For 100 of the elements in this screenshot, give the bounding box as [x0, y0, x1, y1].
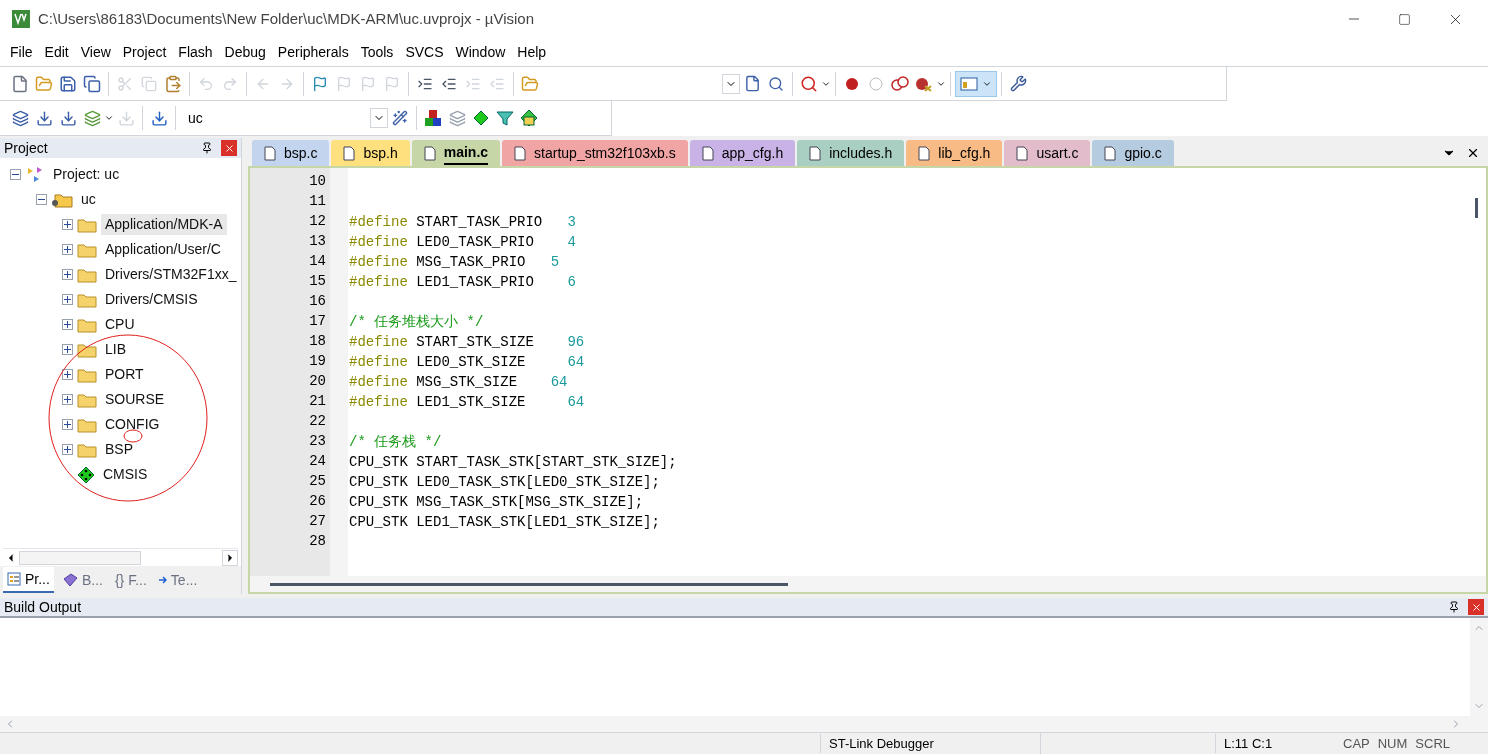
window-icon [960, 76, 978, 91]
expand-toggle[interactable] [62, 269, 73, 280]
collapse-toggle[interactable] [36, 194, 47, 205]
file-tab[interactable]: bsp.c [252, 140, 330, 166]
line-number: 24 [309, 452, 326, 471]
pin-icon[interactable] [201, 142, 213, 154]
plus-icon [64, 421, 71, 428]
code-line: #define LED0_STK_SIZE 64 [349, 354, 585, 370]
file-icon [701, 145, 714, 161]
line-number: 23 [309, 432, 326, 451]
key-indicator: SCRL [1415, 734, 1451, 753]
scrollbar-thumb[interactable] [19, 550, 141, 565]
menu-item[interactable]: Edit [38, 41, 75, 63]
tree-item[interactable]: BSP [101, 439, 137, 460]
close-button[interactable] [1468, 599, 1484, 615]
file-icon [1016, 145, 1029, 161]
close-button[interactable] [221, 140, 237, 156]
expand-toggle[interactable] [62, 244, 73, 255]
tree-item[interactable]: Application/MDK-A [101, 214, 227, 235]
plus-icon [64, 221, 71, 228]
expand-toggle[interactable] [62, 219, 73, 230]
close-icon[interactable] [1466, 146, 1480, 160]
panel-title: Project [4, 138, 48, 158]
file-tab[interactable]: app_cfg.h [689, 140, 796, 166]
window-layout-button[interactable] [955, 70, 997, 97]
panel-tab[interactable]: {} F... [110, 567, 151, 593]
folder-icon [77, 441, 97, 458]
target-select[interactable]: uc [180, 107, 370, 129]
line-number: 27 [309, 512, 326, 531]
folder-icon [77, 391, 97, 408]
file-tab[interactable]: gpio.c [1092, 140, 1174, 166]
debugger-status: ST-Link Debugger [820, 733, 1040, 754]
folder-icon [77, 266, 97, 283]
line-number: 28 [309, 532, 326, 551]
expand-toggle[interactable] [62, 419, 73, 430]
file-icon [1104, 145, 1117, 161]
tree-item[interactable]: Application/User/C [101, 239, 225, 260]
panel-tab[interactable]: Pr... [3, 567, 54, 593]
panel-tab[interactable]: B... [57, 567, 107, 593]
maximize-icon[interactable] [1398, 12, 1411, 26]
file-icon [809, 145, 822, 161]
code-line: #define MSG_STK_SIZE 64 [349, 374, 568, 390]
app-logo-icon [12, 10, 30, 28]
menu-item[interactable]: File [4, 41, 39, 63]
menu-item[interactable]: Peripherals [271, 41, 355, 63]
menu-item[interactable]: View [74, 41, 117, 63]
scrollbar-thumb[interactable] [270, 582, 788, 586]
panel-tab[interactable]: Te... [154, 567, 202, 593]
scroll-right-button[interactable] [222, 549, 238, 566]
panel-title: Build Output [4, 597, 82, 617]
menu-item[interactable]: SVCS [399, 41, 450, 63]
expand-toggle[interactable] [62, 369, 73, 380]
caret-icon[interactable] [104, 113, 114, 123]
line-number: 14 [309, 252, 326, 271]
code-line: CPU_STK START_TASK_STK[START_STK_SIZE]; [349, 454, 677, 470]
tree-item[interactable]: LIB [101, 339, 130, 360]
file-tab[interactable]: lib_cfg.h [906, 140, 1003, 166]
pin-icon[interactable] [1448, 601, 1460, 613]
file-tab[interactable]: usart.c [1004, 140, 1091, 166]
minus-icon [38, 196, 45, 203]
collapse-toggle[interactable] [10, 169, 21, 180]
tree-item[interactable]: PORT [101, 364, 148, 385]
menu-item[interactable]: Project [116, 41, 173, 63]
code-line: #define MSG_TASK_PRIO 5 [349, 254, 560, 270]
expand-toggle[interactable] [62, 319, 73, 330]
line-number: 21 [309, 392, 326, 411]
menu-item[interactable]: Help [511, 41, 553, 63]
line-number: 22 [309, 412, 326, 431]
tree-item[interactable]: CMSIS [99, 464, 152, 485]
file-tab[interactable]: bsp.h [331, 140, 410, 166]
file-tab[interactable]: includes.h [797, 140, 905, 166]
tree-item[interactable]: Project: uc [49, 164, 124, 185]
menu-item[interactable]: Flash [172, 41, 219, 63]
code-line: CPU_STK LED1_TASK_STK[LED1_STK_SIZE]; [349, 514, 660, 530]
line-number: 16 [309, 292, 326, 311]
code-line: CPU_STK LED0_TASK_STK[LED0_STK_SIZE]; [349, 474, 660, 490]
line-number: 19 [309, 352, 326, 371]
tree-item[interactable]: Drivers/STM32F1xx_ [101, 264, 241, 285]
expand-toggle[interactable] [62, 344, 73, 355]
tree-item[interactable]: Drivers/CMSIS [101, 289, 202, 310]
expand-toggle[interactable] [62, 294, 73, 305]
tree-item[interactable]: CONFIG [101, 414, 164, 435]
dropdown-button[interactable] [370, 108, 388, 128]
code-line: #define START_STK_SIZE 96 [349, 334, 585, 350]
file-tab[interactable]: main.c [411, 140, 501, 166]
tree-item[interactable]: CPU [101, 314, 139, 335]
tree-item[interactable]: SOURSE [101, 389, 169, 410]
menu-item[interactable]: Window [449, 41, 512, 63]
expand-toggle[interactable] [62, 394, 73, 405]
file-icon [514, 145, 527, 161]
file-tab[interactable]: startup_stm32f103xb.s [502, 140, 688, 166]
tree-item[interactable]: uc [77, 189, 100, 210]
expand-toggle[interactable] [62, 444, 73, 455]
menu-item[interactable]: Tools [354, 41, 400, 63]
file-icon [918, 145, 931, 161]
line-number: 10 [309, 172, 326, 191]
dropdown-button[interactable] [722, 73, 740, 94]
scrollbar-thumb[interactable] [1474, 198, 1478, 218]
menu-item[interactable]: Debug [218, 41, 272, 63]
line-number: 15 [309, 272, 326, 291]
